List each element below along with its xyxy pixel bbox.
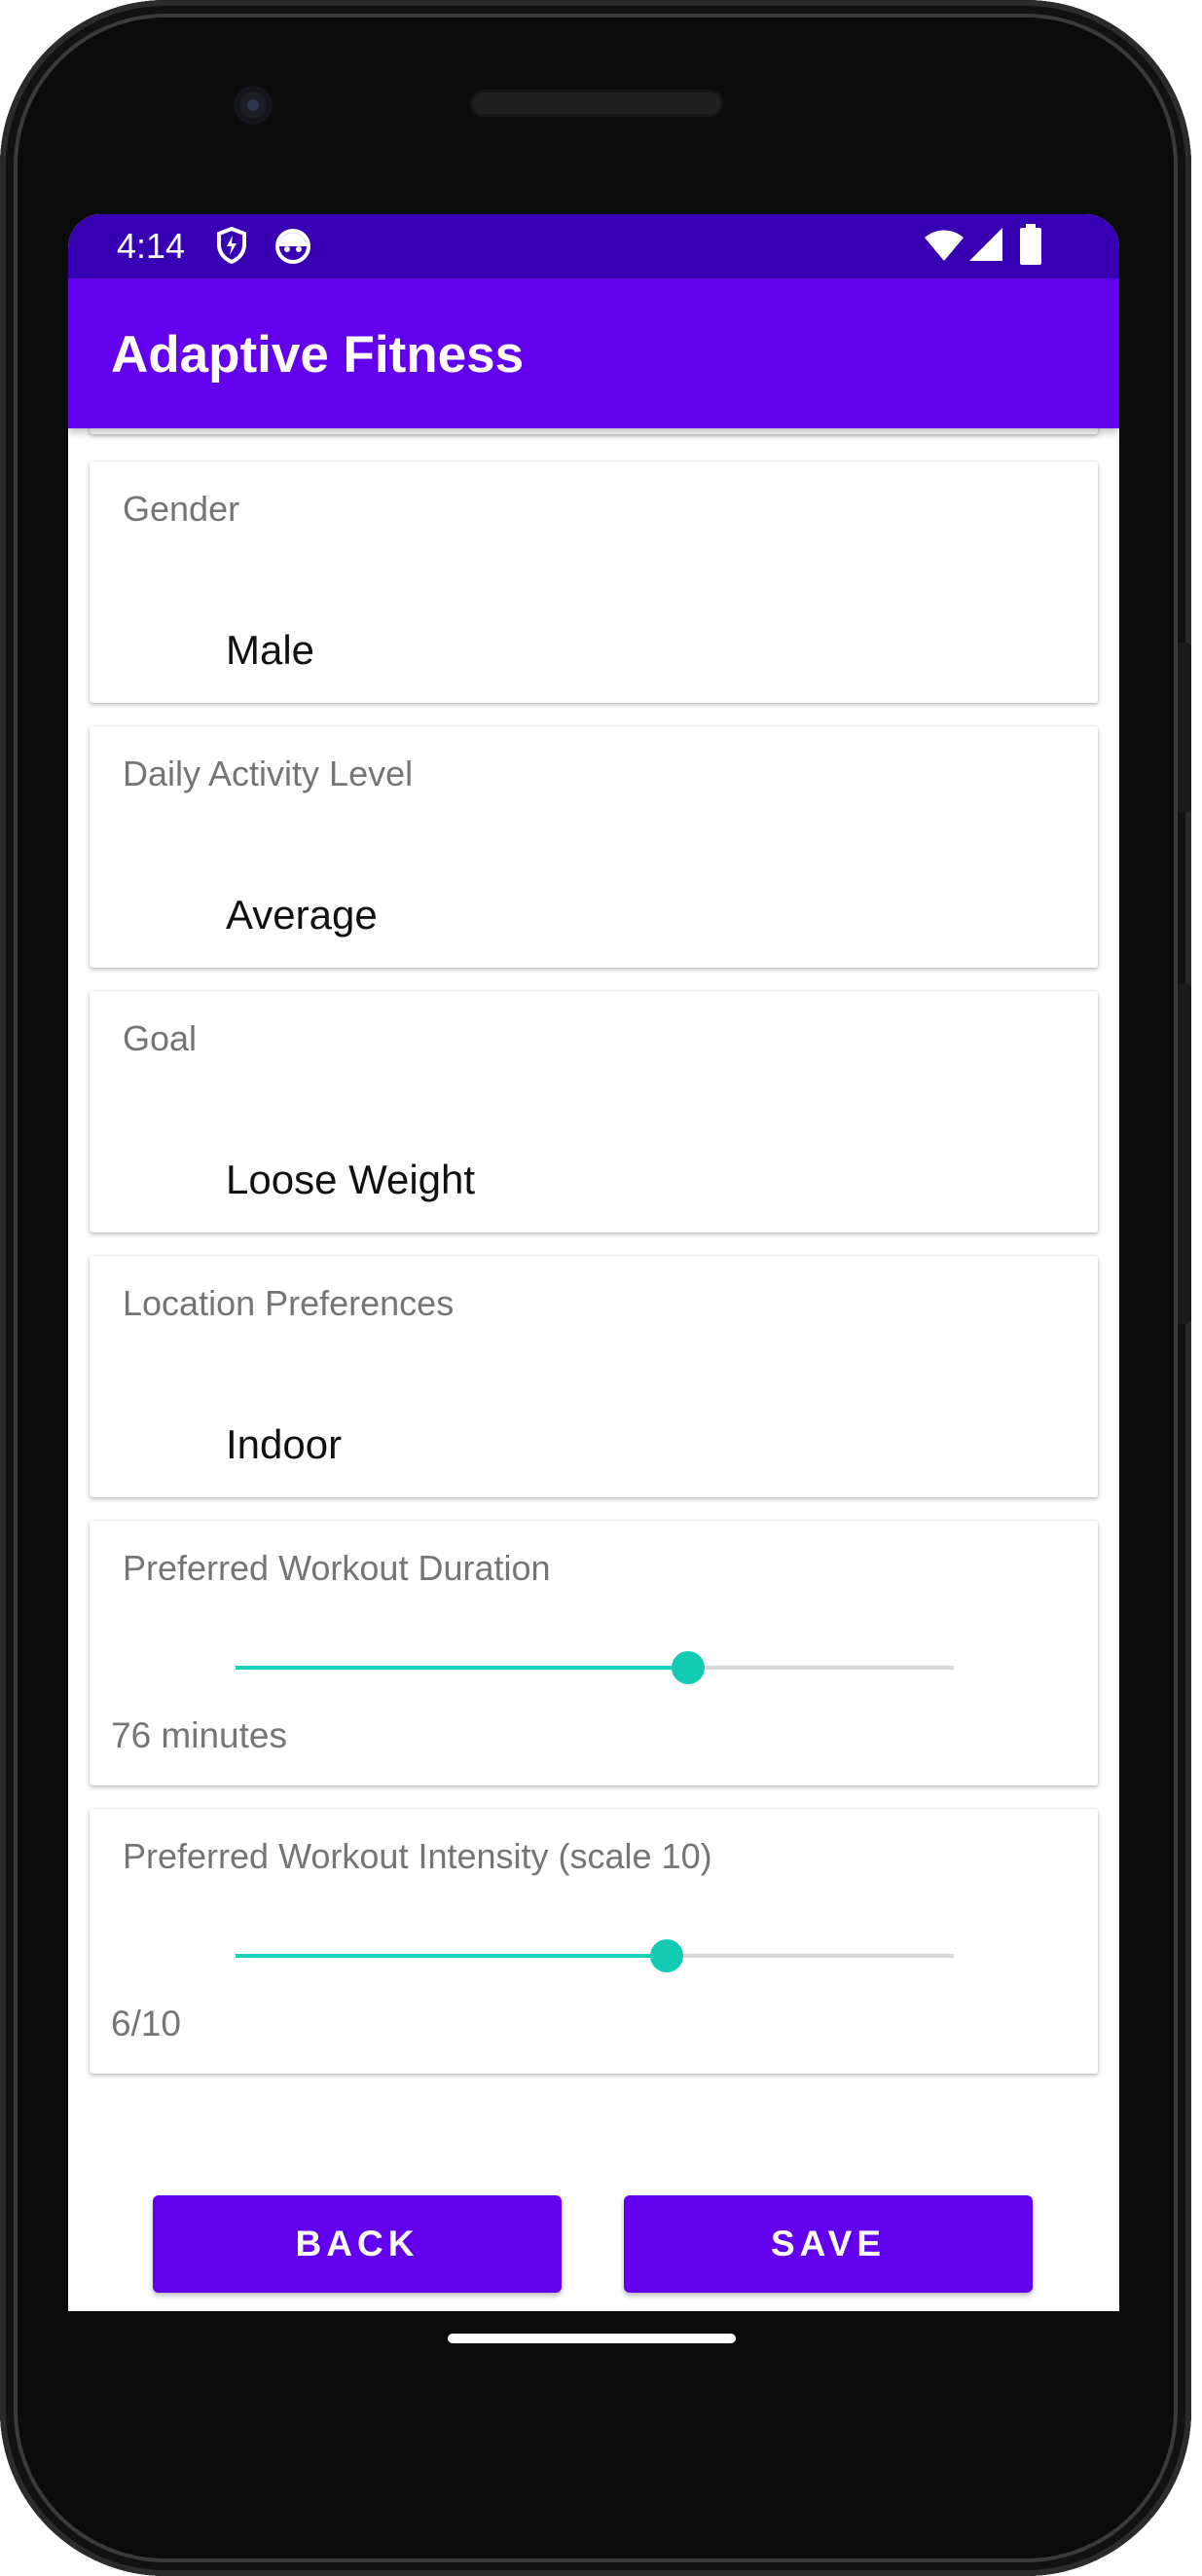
status-time: 4:14: [117, 226, 186, 266]
duration-slider-fill: [236, 1666, 688, 1670]
form-scroll-area[interactable]: Gender Male Daily Activity Level Average…: [68, 428, 1119, 2311]
gender-card[interactable]: Gender Male: [90, 461, 1098, 703]
intensity-slider-thumb[interactable]: [649, 1939, 683, 1972]
volume-button: [1178, 983, 1191, 1324]
activity-level-card[interactable]: Daily Activity Level Average: [90, 726, 1098, 968]
save-button[interactable]: SAVE: [624, 2195, 1033, 2293]
duration-card: Preferred Workout Duration 76 minutes: [90, 1521, 1098, 1785]
goal-card[interactable]: Goal Loose Weight: [90, 991, 1098, 1233]
front-camera: [234, 86, 273, 125]
wifi-icon: [923, 228, 965, 268]
duration-slider-thumb[interactable]: [671, 1651, 705, 1684]
goal-label: Goal: [123, 1018, 198, 1058]
back-button[interactable]: BACK: [153, 2195, 562, 2293]
home-indicator[interactable]: [448, 2334, 736, 2343]
signal-icon: [967, 226, 1004, 268]
location-card[interactable]: Location Preferences Indoor: [90, 1256, 1098, 1497]
power-button: [1178, 643, 1191, 813]
duration-label: Preferred Workout Duration: [123, 1548, 551, 1588]
android-face-icon: [274, 226, 311, 270]
activity-level-dropdown[interactable]: Average: [226, 892, 378, 938]
app-screen: 4:14 Adaptive Fitness Gender Male Daily …: [68, 214, 1119, 2311]
duration-slider[interactable]: [236, 1651, 954, 1684]
activity-level-label: Daily Activity Level: [123, 754, 414, 793]
shield-icon: [216, 226, 247, 270]
app-bar: Adaptive Fitness: [68, 278, 1119, 428]
battery-icon: [1020, 224, 1041, 270]
goal-dropdown[interactable]: Loose Weight: [226, 1157, 475, 1203]
duration-readout: 76 minutes: [111, 1715, 287, 1755]
phone-frame: 4:14 Adaptive Fitness Gender Male Daily …: [0, 0, 1191, 2576]
location-dropdown[interactable]: Indoor: [226, 1421, 342, 1468]
intensity-label: Preferred Workout Intensity (scale 10): [123, 1836, 712, 1876]
intensity-readout: 6/10: [111, 2004, 182, 2043]
gender-label: Gender: [123, 489, 240, 529]
earpiece-speaker: [470, 90, 723, 117]
previous-card-edge: [90, 428, 1098, 434]
status-bar: 4:14: [68, 214, 1119, 278]
intensity-slider[interactable]: [236, 1939, 954, 1972]
intensity-card: Preferred Workout Intensity (scale 10) 6…: [90, 1809, 1098, 2074]
location-label: Location Preferences: [123, 1283, 455, 1323]
app-title: Adaptive Fitness: [111, 326, 525, 384]
gender-dropdown[interactable]: Male: [226, 627, 314, 674]
intensity-slider-fill: [236, 1954, 667, 1958]
